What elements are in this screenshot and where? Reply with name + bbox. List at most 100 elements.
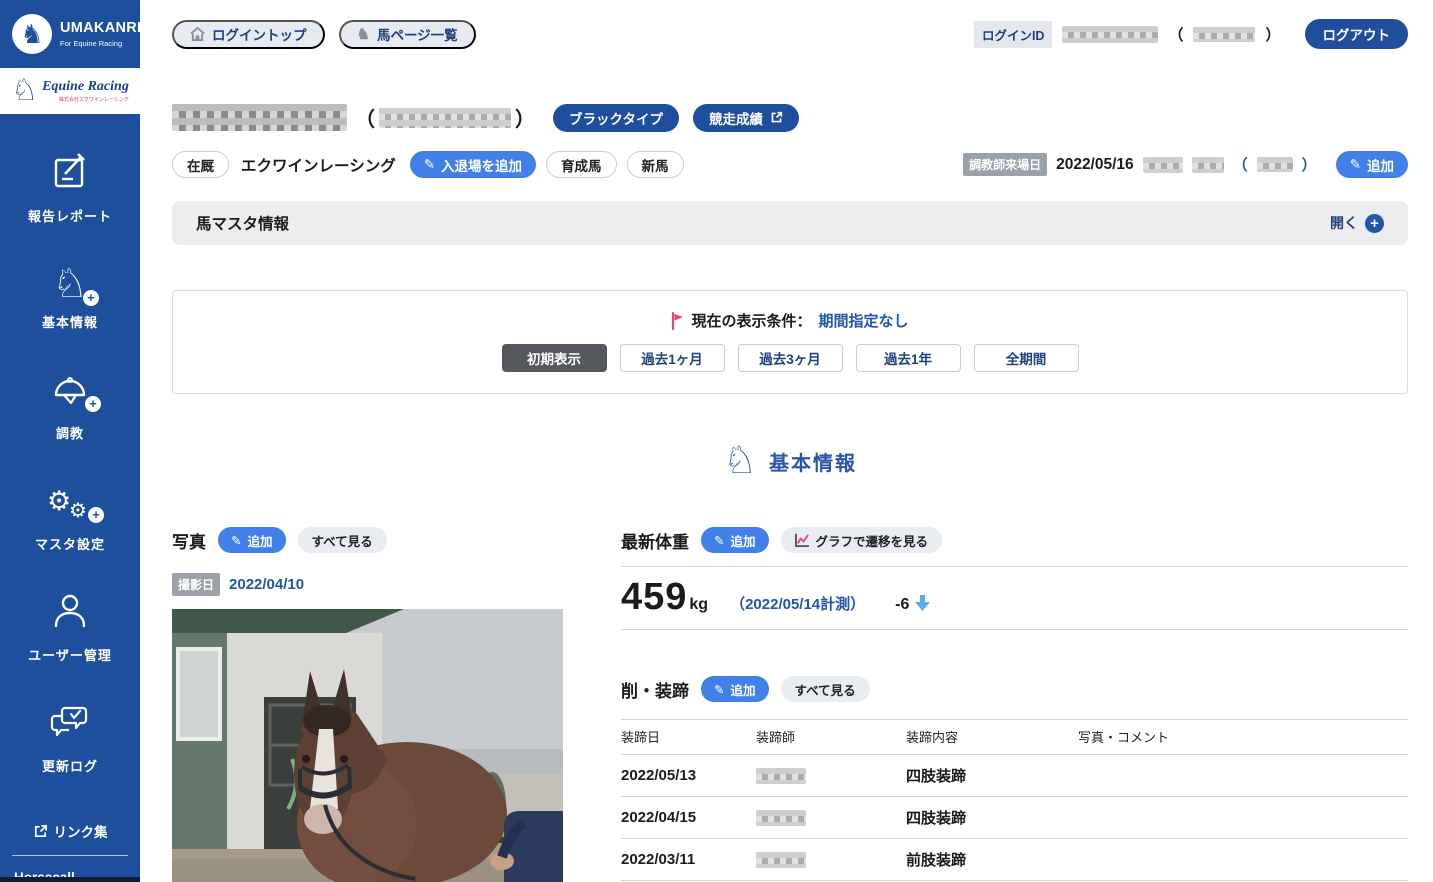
flag-icon <box>671 312 684 330</box>
sidebar-item-master-settings[interactable]: ⚙ ⚙ + マスタ設定 <box>0 480 140 553</box>
horse-master-bar[interactable]: 馬マスタ情報 開く + <box>172 201 1408 245</box>
weight-row: 459 kg （2022/05/14計測） -6 <box>621 567 1408 630</box>
partner-logo-subtitle: 株式会社エクワインレーシング <box>42 96 129 103</box>
line-chart-icon <box>795 533 810 547</box>
app-logo-horse-icon: ♞ <box>12 14 52 54</box>
sidebar-item-report[interactable]: 報告レポート <box>0 152 140 225</box>
hoof-col-content: 装蹄内容 <box>906 720 1078 755</box>
filter-initial-display-button[interactable]: 初期表示 <box>502 344 607 372</box>
report-icon <box>51 152 89 192</box>
hoof-content: 前肢装蹄 <box>906 839 1078 881</box>
pencil-icon: ✎ <box>714 682 724 697</box>
redacted-trainer-name-2 <box>1192 157 1224 173</box>
basic-info-title: 基本情報 <box>769 447 857 476</box>
photo-title: 写真 <box>172 528 206 553</box>
add-hoof-button[interactable]: ✎ 追加 <box>701 676 769 702</box>
gear-icon-small: ⚙ <box>69 490 87 532</box>
weight-section: 最新体重 ✎ 追加 グラフで遷移を見る 459 <box>621 527 1408 630</box>
hoof-photo-comment <box>1078 839 1408 881</box>
logout-button[interactable]: ログアウト <box>1305 19 1409 49</box>
plus-badge-icon: + <box>83 290 99 306</box>
redacted-horse-name-kana <box>379 108 511 128</box>
add-weight-button[interactable]: ✎ 追加 <box>701 527 769 553</box>
add-entry-exit-label: 入退場を追加 <box>441 155 522 175</box>
top-bar: ログイントップ ♞ 馬ページ一覧 ログインID （ ） ログアウト <box>172 19 1408 49</box>
view-all-hoof-button[interactable]: すべて見る <box>781 676 870 702</box>
sidebar-item-user-management[interactable]: ユーザー管理 <box>0 591 140 664</box>
horse-photo <box>172 609 563 882</box>
hoof-col-photo-comment: 写真・コメント <box>1078 720 1408 755</box>
hoof-date: 2022/03/11 <box>621 839 756 881</box>
redacted-farrier-name <box>756 768 806 784</box>
sidebar-item-label: ユーザー管理 <box>0 645 140 664</box>
sidebar-item-update-log[interactable]: 更新ログ <box>0 702 140 775</box>
race-results-label: 競走成績 <box>709 108 763 128</box>
sidebar-links-title[interactable]: リンク集 <box>0 821 140 841</box>
breadcrumb-label: ログイントップ <box>212 24 307 44</box>
sidebar-item-label: 報告レポート <box>0 206 140 225</box>
filter-past-1year-button[interactable]: 過去1年 <box>856 344 961 372</box>
hoof-photo-comment <box>1078 755 1408 797</box>
app-logo[interactable]: ♞ UMAKANRI For Equine Racing <box>0 0 140 68</box>
add-weight-label: 追加 <box>730 531 755 550</box>
external-link-icon <box>33 824 48 839</box>
add-photo-label: 追加 <box>247 531 272 550</box>
tag-new-horse: 新馬 <box>627 151 684 178</box>
filter-all-period-button[interactable]: 全期間 <box>974 344 1079 372</box>
filter-past-3months-button[interactable]: 過去3ヶ月 <box>738 344 843 372</box>
hoof-col-date: 装蹄日 <box>621 720 756 755</box>
weight-diff: -6 <box>895 596 909 614</box>
external-link-icon <box>770 111 783 124</box>
app-logo-subtitle: For Equine Racing <box>60 39 140 48</box>
weight-value: 459 <box>621 576 687 619</box>
trainer-visit-date: 2022/05/16 <box>1056 156 1134 174</box>
plus-badge-icon: + <box>88 507 104 523</box>
add-photo-button[interactable]: ✎ 追加 <box>218 527 286 553</box>
hoof-content: 四肢装蹄 <box>906 797 1078 839</box>
horse-master-title: 馬マスタ情報 <box>196 212 289 234</box>
open-master-button[interactable]: 開く + <box>1330 213 1384 233</box>
hoof-title: 削・装蹄 <box>621 677 689 702</box>
sidebar-item-training[interactable]: + 調教 <box>0 369 140 442</box>
redacted-farrier-name <box>756 852 806 868</box>
breadcrumb-label: 馬ページ一覧 <box>377 24 458 44</box>
add-visit-button[interactable]: ✎ 追加 <box>1336 151 1408 178</box>
add-visit-label: 追加 <box>1367 155 1394 175</box>
plus-circle-icon: + <box>1365 214 1384 233</box>
paren-open: （ <box>1233 154 1248 175</box>
redacted-login-id <box>1062 26 1158 43</box>
race-results-button[interactable]: 競走成績 <box>693 104 799 132</box>
sidebar-bottom-strip <box>0 877 140 882</box>
filter-buttons-row: 初期表示 過去1ヶ月 過去3ヶ月 過去1年 全期間 <box>173 344 1407 372</box>
paren-open: （ <box>355 103 375 132</box>
add-entry-exit-button[interactable]: ✎ 入退場を追加 <box>410 151 536 178</box>
filter-past-1month-button[interactable]: 過去1ヶ月 <box>620 344 725 372</box>
view-all-photos-button[interactable]: すべて見る <box>298 527 387 553</box>
hoof-table-row: 2022/04/15 四肢装蹄 <box>621 797 1408 839</box>
hoof-col-farrier: 装蹄師 <box>756 720 906 755</box>
redacted-horse-name <box>172 104 347 131</box>
sidebar-item-basic-info[interactable]: ♘ + 基本情報 <box>0 263 140 331</box>
paren-close: ） <box>1302 154 1317 175</box>
redacted-farrier-name <box>756 810 806 826</box>
helmet-icon <box>50 369 90 409</box>
view-weight-graph-button[interactable]: グラフで遷移を見る <box>781 527 943 553</box>
breadcrumb-horse-list[interactable]: ♞ 馬ページ一覧 <box>339 20 476 49</box>
weight-title: 最新体重 <box>621 528 689 553</box>
hoof-table-header-row: 装蹄日 装蹄師 装蹄内容 写真・コメント <box>621 720 1408 755</box>
hoof-table-row: 2022/03/11 前肢装蹄 <box>621 839 1408 881</box>
photo-section: 写真 ✎ 追加 すべて見る 撮影日 2022/04/10 <box>172 527 563 882</box>
partner-logo[interactable]: ♘ Equine Racing 株式会社エクワインレーシング <box>0 68 140 114</box>
hoof-content: 四肢装蹄 <box>906 755 1078 797</box>
blacktype-button[interactable]: ブラックタイプ <box>553 104 679 132</box>
sidebar: ♞ UMAKANRI For Equine Racing ♘ Equine Ra… <box>0 0 140 882</box>
photo-date-link[interactable]: 2022/04/10 <box>229 576 304 593</box>
status-badge-stabled: 在厩 <box>172 151 229 178</box>
plus-badge-icon: + <box>85 396 101 412</box>
breadcrumb-login-top[interactable]: ログイントップ <box>172 20 325 49</box>
sidebar-item-label: マスタ設定 <box>0 534 140 553</box>
filter-condition-row: 現在の表示条件： 期間指定なし <box>173 310 1407 331</box>
filter-condition-value: 期間指定なし <box>819 310 909 331</box>
hoof-section: 削・装蹄 ✎ 追加 すべて見る 装蹄日 装蹄師 装蹄内容 写真・コメン <box>621 676 1408 881</box>
view-weight-graph-label: グラフで遷移を見る <box>816 531 929 550</box>
